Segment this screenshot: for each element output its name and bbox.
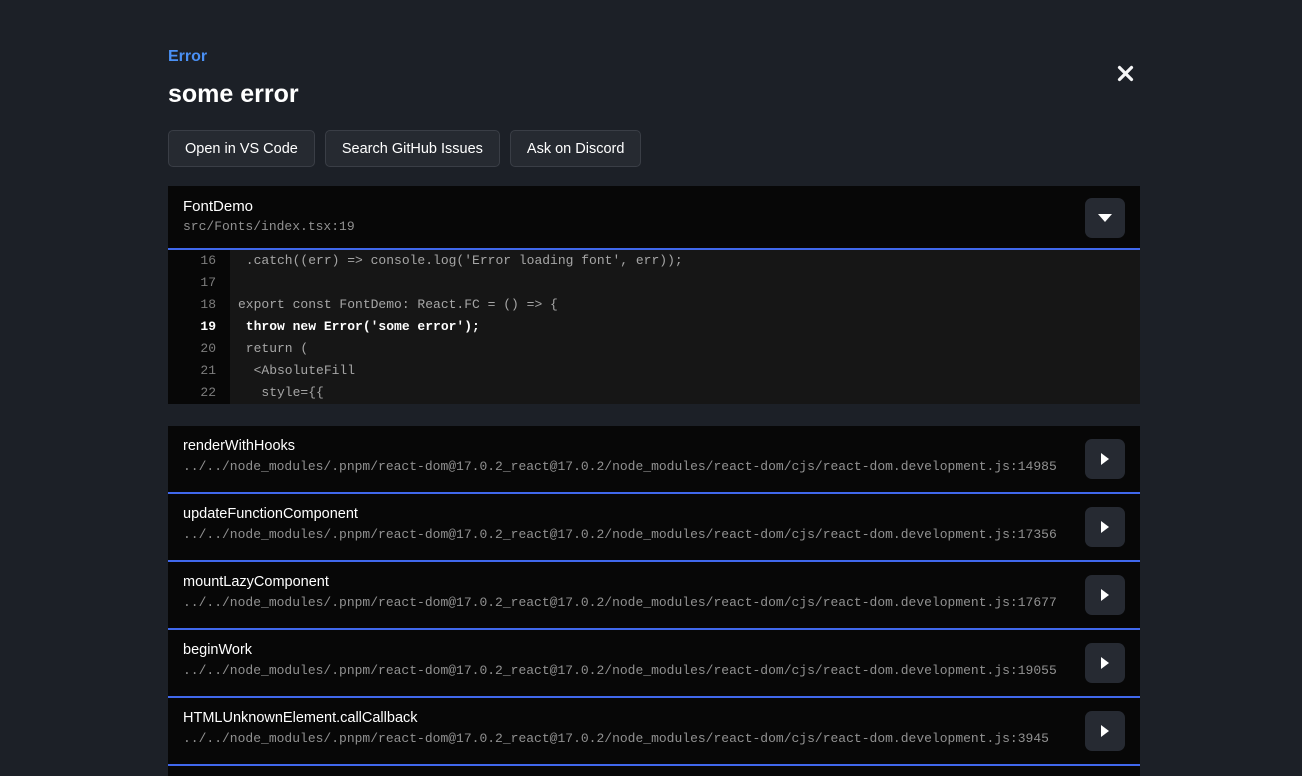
caret-down-icon: [1098, 214, 1112, 222]
search-github-issues-button[interactable]: Search GitHub Issues: [325, 130, 500, 167]
stack-frame-function: updateFunctionComponent: [183, 506, 1124, 522]
expand-frame-button[interactable]: [1085, 643, 1125, 683]
code-line: 22 style={{: [168, 382, 1140, 404]
code-line-text: return (: [230, 338, 308, 360]
code-block: 16 .catch((err) => console.log('Error lo…: [168, 250, 1140, 404]
code-line-number: 21: [168, 360, 230, 382]
stack-frame: mountLazyComponent ../../node_modules/.p…: [168, 562, 1140, 630]
error-type-label: Error: [168, 48, 1140, 66]
code-line-text: throw new Error('some error');: [230, 316, 480, 338]
code-line: 21 <AbsoluteFill: [168, 360, 1140, 382]
code-line: 16 .catch((err) => console.log('Error lo…: [168, 250, 1140, 272]
stack-frame: HTMLUnknownElement.callCallback ../../no…: [168, 698, 1140, 766]
close-button[interactable]: [1113, 61, 1137, 85]
code-line-number: 17: [168, 272, 230, 294]
stack-frame-partial: [168, 766, 1140, 776]
caret-right-icon: [1101, 453, 1109, 465]
stack-frame-function: mountLazyComponent: [183, 574, 1124, 590]
stack-frame-function: renderWithHooks: [183, 438, 1124, 454]
error-overlay-content: Error some error Open in VS Code Search …: [168, 48, 1140, 776]
stack-frame-location: ../../node_modules/.pnpm/react-dom@17.0.…: [183, 459, 1124, 474]
code-line-text: <AbsoluteFill: [230, 360, 355, 382]
stack-frame-location: ../../node_modules/.pnpm/react-dom@17.0.…: [183, 663, 1124, 678]
caret-right-icon: [1101, 521, 1109, 533]
stack-frame: updateFunctionComponent ../../node_modul…: [168, 494, 1140, 562]
stack-frame: renderWithHooks ../../node_modules/.pnpm…: [168, 426, 1140, 494]
code-line-number: 19: [168, 316, 230, 338]
error-message: some error: [168, 80, 1140, 109]
stack-frame-location: ../../node_modules/.pnpm/react-dom@17.0.…: [183, 731, 1124, 746]
stack-frame: beginWork ../../node_modules/.pnpm/react…: [168, 630, 1140, 698]
stack-frame-function: beginWork: [183, 642, 1124, 658]
ask-on-discord-button[interactable]: Ask on Discord: [510, 130, 642, 167]
code-line-number: 20: [168, 338, 230, 360]
close-icon: [1117, 65, 1134, 82]
stack-frame-location: ../../node_modules/.pnpm/react-dom@17.0.…: [183, 527, 1124, 542]
code-line-number: 22: [168, 382, 230, 404]
expand-frame-button[interactable]: [1085, 711, 1125, 751]
code-line-text: [230, 272, 238, 294]
code-line-text: export const FontDemo: React.FC = () => …: [230, 294, 558, 316]
source-frame-function: FontDemo: [183, 198, 1124, 215]
code-line: 19 throw new Error('some error');: [168, 316, 1140, 338]
stack-trace-list: renderWithHooks ../../node_modules/.pnpm…: [168, 426, 1140, 766]
code-line: 20 return (: [168, 338, 1140, 360]
code-line: 18 export const FontDemo: React.FC = () …: [168, 294, 1140, 316]
stack-frame-location: ../../node_modules/.pnpm/react-dom@17.0.…: [183, 595, 1124, 610]
expand-frame-button[interactable]: [1085, 507, 1125, 547]
collapse-frame-button[interactable]: [1085, 198, 1125, 238]
source-frame-header: FontDemo src/Fonts/index.tsx:19: [168, 186, 1140, 250]
action-buttons: Open in VS Code Search GitHub Issues Ask…: [168, 130, 1140, 167]
code-line-number: 16: [168, 250, 230, 272]
code-line-text: style={{: [230, 382, 324, 404]
expand-frame-button[interactable]: [1085, 439, 1125, 479]
source-code-frame: FontDemo src/Fonts/index.tsx:19 16 .catc…: [168, 186, 1140, 404]
caret-right-icon: [1101, 589, 1109, 601]
error-overlay: { "colors": { "background": "#1c2027", "…: [0, 0, 1302, 776]
code-line-text: .catch((err) => console.log('Error loadi…: [230, 250, 683, 272]
expand-frame-button[interactable]: [1085, 575, 1125, 615]
code-line-number: 18: [168, 294, 230, 316]
code-line: 17: [168, 272, 1140, 294]
open-in-vscode-button[interactable]: Open in VS Code: [168, 130, 315, 167]
caret-right-icon: [1101, 725, 1109, 737]
source-frame-location: src/Fonts/index.tsx:19: [183, 219, 1124, 234]
caret-right-icon: [1101, 657, 1109, 669]
stack-frame-function: HTMLUnknownElement.callCallback: [183, 710, 1124, 726]
